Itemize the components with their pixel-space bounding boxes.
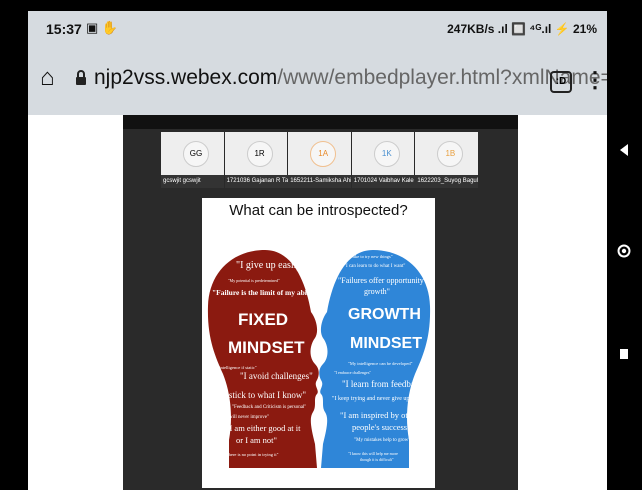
back-triangle-icon[interactable] [619,143,629,157]
fixed-line: "There is no point in trying it" [224,452,279,457]
page-content: GG gcswjit gcswjit 1R 1721036 Gajanan R Ta… [28,115,607,490]
participant-strip: GG gcswjit gcswjit 1R 1721036 Gajanan R Ta… [161,132,479,188]
participant-name: 1652211-Samiksha Ahir [288,175,352,188]
status-bar: 15:37 ▣ ✋ 247KB/s .ıl 🔲 ⁴ᴳ.ıl ⚡ 21% [28,11,607,47]
participant-tile[interactable]: 1B 1622203_Suyog Bagul [415,132,479,188]
participant-tile[interactable]: 1K 1701024 Vaibhav Kale [351,132,415,188]
growth-heading: GROWTH [348,306,421,323]
home-icon[interactable]: ⌂ [40,64,55,92]
home-circle-icon[interactable] [617,244,631,258]
status-right-indicators: 247KB/s .ıl 🔲 ⁴ᴳ.ıl ⚡ 21% [447,22,597,36]
status-time: 15:37 [46,21,82,37]
android-nav-bar [607,0,642,490]
screen: 15:37 ▣ ✋ 247KB/s .ıl 🔲 ⁴ᴳ.ıl ⚡ 21% ⌂ nj… [0,0,642,490]
video-player[interactable]: GG gcswjit gcswjit 1R 1721036 Gajanan R Ta… [123,115,518,490]
participant-tile[interactable]: GG gcswjit gcswjit [161,132,224,188]
fixed-line: "My intelligence if static" [210,365,257,370]
growth-line: growth" [364,287,390,296]
player-top-strip [123,115,518,129]
participant-name: 1701024 Vaibhav Kale [351,175,415,188]
fixed-line: "I avoid challenges" [240,371,313,381]
growth-line: "I know this will help me more [348,451,398,456]
growth-line: "I like to try new things" [348,254,393,259]
shared-slide: What can be introspected? "I give up eas… [202,198,435,488]
participant-avatar: 1A [310,141,337,167]
growth-line: though it is difficult" [360,457,394,462]
growth-heading: MINDSET [350,335,422,352]
growth-line: "I can learn to do what I want" [344,264,406,269]
growth-line: people's success" [352,422,411,432]
growth-line: "My intelligence can be developed" [348,361,413,366]
status-left-icons: ▣ ✋ [86,20,119,35]
fixed-line: "Feedback and Criticism is personal" [232,405,307,410]
participant-avatar: 1K [373,141,400,167]
fixed-line: "My potential is predetermined" [228,278,280,283]
lock-icon [76,70,86,85]
fixed-line: "Failure is the limit of my abilities" [212,288,327,297]
fixed-line: or I am not" [236,435,278,445]
fixed-line: "I stick to what I know" [220,390,307,400]
recents-square-icon[interactable] [619,348,629,360]
fixed-line: "I give up easily" [236,260,306,271]
fixed-line: "I am either good at it [226,423,301,433]
url-field[interactable]: njp2vss.webex.com/www/embedplayer.html?x… [94,66,607,90]
slide-title: What can be introspected? [229,202,408,219]
participant-name: gcswjit gcswjit [161,175,224,188]
url-domain: njp2vss.webex.com [94,66,278,89]
growth-line: "My mistakes help to grow" [354,438,411,443]
participant-name: 1622203_Suyog Bagul [415,175,479,188]
growth-line: "I embrace challenges" [334,370,372,375]
fixed-heading: FIXED [238,310,289,329]
fixed-line: "I will never improve" [224,415,270,420]
growth-line: "I keep trying and never give up" [332,396,412,402]
fixed-heading: MINDSET [228,338,305,357]
growth-line: "Failures offer opportunity & [338,276,432,285]
participant-name: 1721036 Gajanan R Tak [224,175,288,188]
participant-avatar: 1B [437,141,464,167]
participant-tile[interactable]: 1R 1721036 Gajanan R Tak [224,132,288,188]
participant-avatar: 1R [246,141,273,167]
browser-url-bar: ⌂ njp2vss.webex.com/www/embedplayer.html… [28,47,607,115]
growth-line: "I am inspired by others [340,410,422,420]
tab-switcher-button[interactable]: :D [550,71,572,93]
participant-tile[interactable]: 1A 1652211-Samiksha Ahir [288,132,352,188]
participant-avatar: GG [183,141,209,167]
growth-line: "I learn from feedback" [342,379,428,389]
menu-button[interactable]: ⋮ [584,67,606,93]
phone-screen: 15:37 ▣ ✋ 247KB/s .ıl 🔲 ⁴ᴳ.ıl ⚡ 21% ⌂ nj… [28,11,607,490]
